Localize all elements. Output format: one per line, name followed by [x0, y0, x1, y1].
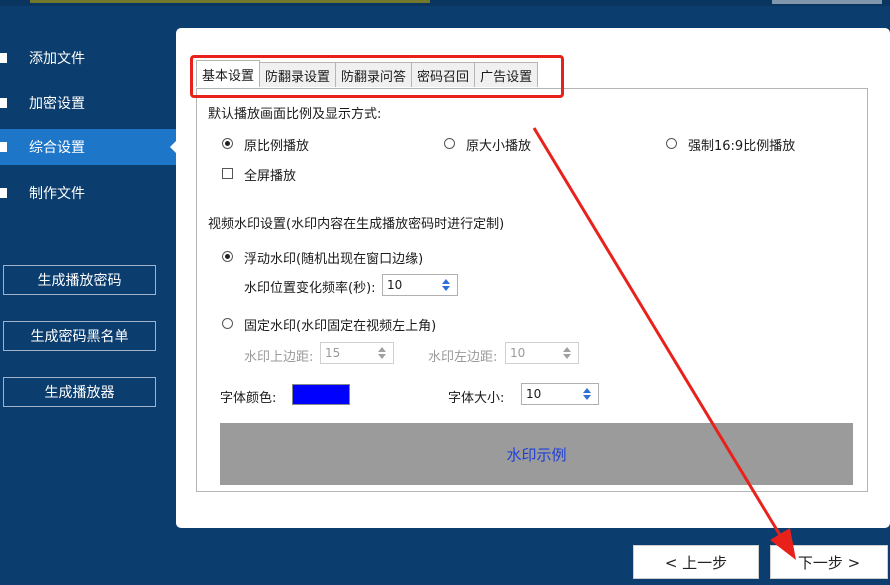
font-size-label: 字体大小: — [448, 391, 505, 406]
window-controls-remnant — [772, 0, 882, 4]
stepper-arrows-icon[interactable] — [581, 388, 593, 400]
bullet-icon — [0, 142, 7, 152]
nav-item-label: 添加文件 — [29, 51, 85, 67]
prev-step-button[interactable]: < 上一步 — [633, 545, 759, 579]
watermark-top-margin-stepper[interactable]: 15 — [320, 342, 394, 364]
generate-password-button[interactable]: 生成播放密码 — [3, 265, 156, 295]
bullet-icon — [0, 188, 7, 198]
stepper-value: 10 — [387, 278, 403, 292]
watermark-preview: 水印示例 — [220, 423, 853, 485]
tab-highlight-box — [190, 55, 564, 98]
font-color-swatch[interactable] — [292, 384, 350, 405]
radio-force-16-9-label: 强制16:9比例播放 — [688, 139, 796, 154]
watermark-frequency-stepper[interactable]: 10 — [382, 274, 458, 296]
display-section-title: 默认播放画面比例及显示方式: — [208, 107, 382, 122]
sidebar: 添加文件 加密设置 综合设置 制作文件 生成播放密码 生成密码黑名单 生成播放器 — [0, 0, 176, 585]
radio-original-size-label: 原大小播放 — [466, 139, 532, 154]
stepper-arrows-icon[interactable] — [376, 347, 388, 359]
stepper-arrows-icon[interactable] — [440, 279, 452, 291]
watermark-left-margin-label: 水印左边距: — [428, 350, 498, 365]
watermark-top-margin-label: 水印上边距: — [244, 350, 314, 365]
fullscreen-label: 全屏播放 — [244, 169, 297, 184]
radio-original-ratio-label: 原比例播放 — [244, 139, 310, 154]
radio-fixed-watermark[interactable] — [222, 318, 233, 329]
bullet-icon — [0, 98, 7, 108]
next-step-button[interactable]: 下一步 > — [770, 545, 888, 579]
nav-item-label: 加密设置 — [29, 96, 85, 112]
watermark-preview-text: 水印示例 — [506, 445, 567, 464]
watermark-left-margin-stepper[interactable]: 10 — [505, 342, 579, 364]
nav-item-make-file[interactable]: 制作文件 — [0, 175, 176, 211]
radio-original-size[interactable] — [444, 138, 455, 149]
radio-force-16-9[interactable] — [666, 138, 677, 149]
stepper-value: 10 — [510, 346, 526, 360]
generate-player-button[interactable]: 生成播放器 — [3, 377, 156, 407]
stepper-arrows-icon[interactable] — [561, 347, 573, 359]
nav-item-add-file[interactable]: 添加文件 — [0, 40, 176, 76]
nav-item-label: 综合设置 — [29, 140, 85, 156]
watermark-frequency-label: 水印位置变化频率(秒): — [244, 281, 376, 296]
radio-original-ratio[interactable] — [222, 138, 233, 149]
fixed-watermark-label: 固定水印(水印固定在视频左上角) — [244, 319, 437, 334]
nav-item-label: 制作文件 — [29, 186, 85, 202]
floating-watermark-label: 浮动水印(随机出现在窗口边缘) — [244, 252, 424, 267]
nav-item-general-settings[interactable]: 综合设置 — [0, 129, 176, 165]
nav-item-encryption[interactable]: 加密设置 — [0, 85, 176, 121]
bullet-icon — [0, 53, 7, 63]
font-color-label: 字体颜色: — [220, 391, 277, 406]
radio-floating-watermark[interactable] — [222, 251, 233, 262]
font-size-stepper[interactable]: 10 — [521, 383, 599, 405]
fullscreen-checkbox[interactable] — [222, 168, 233, 179]
stepper-value: 10 — [526, 387, 542, 401]
stepper-value: 15 — [325, 346, 341, 360]
generate-blacklist-button[interactable]: 生成密码黑名单 — [3, 321, 156, 351]
watermark-section-title: 视频水印设置(水印内容在生成播放密码时进行定制) — [208, 217, 505, 232]
